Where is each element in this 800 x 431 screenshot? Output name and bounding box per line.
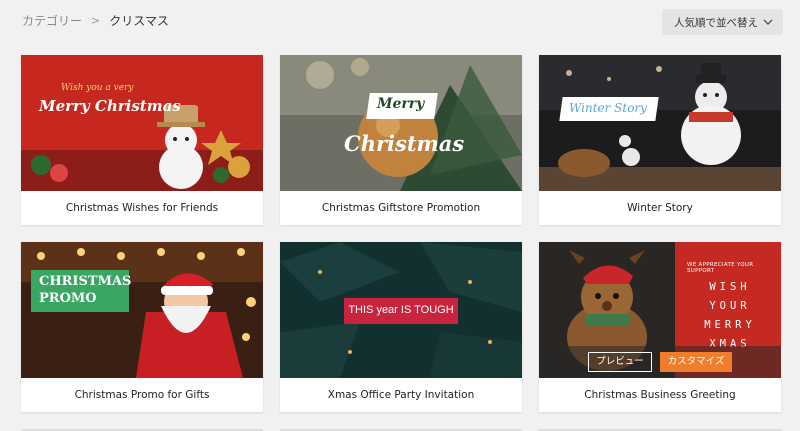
- template-card[interactable]: Merry Christmas Christmas Giftstore Prom…: [280, 55, 522, 225]
- promo-line-2: PROMO: [39, 291, 97, 306]
- sort-label: 人気順で並べ替え: [674, 16, 758, 29]
- card-title[interactable]: Christmas Business Greeting: [539, 378, 781, 412]
- sort-dropdown[interactable]: 人気順で並べ替え: [662, 9, 783, 35]
- thumb-caption-big: Merry Christmas: [39, 97, 181, 115]
- thumb-caption-small: Wish you a very: [61, 83, 134, 93]
- promo-line-1: CHRISTMAS: [39, 274, 132, 289]
- chevron-down-icon: [763, 19, 773, 25]
- template-card[interactable]: Winter Story Winter Story: [539, 55, 781, 225]
- template-card[interactable]: WE APPRECIATE YOUR SUPPORT WISH YOUR MER…: [539, 242, 781, 412]
- greeting-letters: WISH YOUR MERRY XMAS: [685, 278, 775, 354]
- card-title[interactable]: Christmas Wishes for Friends: [21, 191, 263, 225]
- greeting-subtitle: WE APPRECIATE YOUR SUPPORT: [687, 262, 754, 274]
- thumb-caption: Winter Story: [569, 101, 647, 115]
- template-card[interactable]: CHRISTMAS PROMO Christmas Promo for Gift…: [21, 242, 263, 412]
- greeting-line: MERRY: [704, 319, 756, 331]
- customize-button[interactable]: カスタマイズ: [660, 352, 732, 372]
- greeting-line: YOUR: [709, 300, 751, 312]
- breadcrumb-category-link[interactable]: カテゴリー: [22, 12, 82, 29]
- preview-button[interactable]: プレビュー: [588, 352, 652, 372]
- template-thumbnail[interactable]: Merry Christmas: [280, 55, 522, 191]
- card-title[interactable]: Xmas Office Party Invitation: [280, 378, 522, 412]
- promo-badge: CHRISTMAS PROMO: [31, 270, 132, 312]
- breadcrumb-separator: >: [91, 14, 101, 27]
- breadcrumb-current: クリスマス: [109, 14, 169, 28]
- template-thumbnail[interactable]: CHRISTMAS PROMO: [21, 242, 263, 378]
- template-thumbnail[interactable]: THIS year IS TOUGH: [280, 242, 522, 378]
- breadcrumb: カテゴリー > クリスマス: [22, 12, 169, 29]
- template-thumbnail[interactable]: WE APPRECIATE YOUR SUPPORT WISH YOUR MER…: [539, 242, 781, 378]
- template-card[interactable]: THIS year IS TOUGH Xmas Office Party Inv…: [280, 242, 522, 412]
- card-title[interactable]: Christmas Promo for Gifts: [21, 378, 263, 412]
- thumb-caption-big: Christmas: [344, 131, 465, 156]
- template-thumbnail[interactable]: Wish you a very Merry Christmas: [21, 55, 263, 191]
- card-title[interactable]: Winter Story: [539, 191, 781, 225]
- thumb-caption: THIS year IS TOUGH: [348, 304, 454, 316]
- greeting-line: WISH: [709, 281, 751, 293]
- card-title[interactable]: Christmas Giftstore Promotion: [280, 191, 522, 225]
- thumb-caption-small: Merry: [377, 96, 425, 112]
- template-thumbnail[interactable]: Winter Story: [539, 55, 781, 191]
- hover-action-bar: プレビュー カスタマイズ: [539, 346, 781, 378]
- template-card[interactable]: Wish you a very Merry Christmas Christma…: [21, 55, 263, 225]
